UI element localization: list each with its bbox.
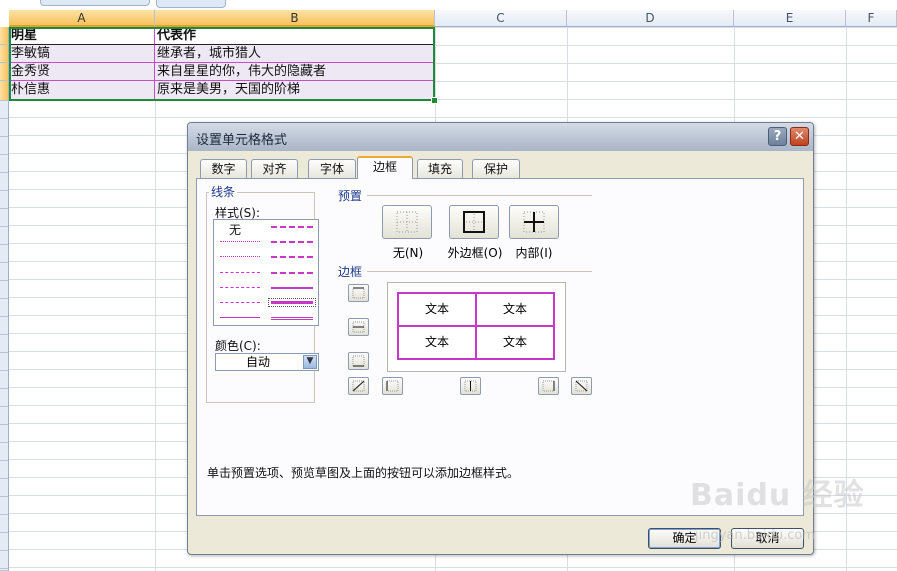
line-style-hair[interactable]	[220, 241, 260, 242]
cell-a1[interactable]: 明星	[9, 27, 155, 45]
preset-inside-label: 内部(I)	[515, 246, 553, 260]
border-preview[interactable]: 文本 文本 文本 文本	[387, 282, 566, 372]
diagonal-up-icon	[352, 380, 365, 392]
line-style-dashed[interactable]	[220, 302, 260, 303]
ribbon-tab-font[interactable]	[156, 0, 226, 8]
line-style-double[interactable]	[271, 317, 313, 320]
border-top-button[interactable]	[348, 284, 369, 302]
row-headers-rest	[0, 101, 9, 571]
column-header-b[interactable]: B	[155, 10, 435, 27]
preset-outline-icon	[463, 211, 485, 233]
cell-a4[interactable]: 朴信惠	[9, 81, 155, 101]
border-right-button[interactable]	[538, 377, 559, 395]
tab-fill[interactable]: 填充	[417, 159, 463, 178]
border-center-icon	[464, 380, 477, 392]
cell-b2[interactable]: 继承者，城市猎人	[155, 45, 435, 63]
line-style-medium-dashed[interactable]	[271, 272, 313, 274]
line-style-medium-dashdotdot[interactable]	[271, 226, 313, 228]
color-value: 自动	[245, 355, 270, 369]
line-style-list[interactable]: 无	[213, 219, 319, 326]
line-style-medium-dashdot[interactable]	[271, 256, 313, 258]
fill-handle[interactable]	[431, 97, 438, 104]
border-center-button[interactable]	[460, 377, 481, 395]
border-middle-button[interactable]	[348, 318, 369, 336]
line-style-none[interactable]: 无	[229, 221, 241, 238]
tab-number[interactable]: 数字	[200, 159, 247, 178]
tab-protection[interactable]: 保护	[472, 159, 520, 178]
ribbon-strip	[0, 0, 897, 10]
dialog-titlebar[interactable]: 设置单元格格式 ? ✕	[188, 123, 813, 151]
tab-font[interactable]: 字体	[308, 159, 356, 178]
preset-none-icon	[396, 211, 418, 233]
border-panel: 线条 样式(S): 无 颜色(C): 自动 ▼ 预置 无(N) 外边框(O) 内…	[196, 178, 804, 516]
preview-cell-4[interactable]: 文本	[475, 325, 555, 360]
diagonal-down-icon	[575, 380, 588, 392]
presets-label: 预置	[338, 189, 363, 203]
preset-none-button[interactable]	[382, 205, 432, 239]
column-header-d[interactable]: D	[567, 10, 734, 27]
border-top-icon	[352, 287, 365, 299]
cell-b4[interactable]: 原来是美男，天国的阶梯	[155, 81, 435, 101]
row-header-3[interactable]	[0, 63, 9, 81]
preview-cell-1[interactable]: 文本	[397, 292, 477, 327]
column-header-a[interactable]: A	[9, 10, 155, 27]
border-diagonal-up-button[interactable]	[348, 377, 369, 395]
border-bottom-icon	[352, 355, 365, 367]
line-style-dotted[interactable]	[220, 256, 260, 257]
cell-a2[interactable]: 李敏镐	[9, 45, 155, 63]
border-middle-icon	[352, 321, 365, 333]
row-header-2[interactable]	[0, 45, 9, 63]
column-header-f[interactable]: F	[846, 10, 897, 27]
preview-cell-2[interactable]: 文本	[475, 292, 555, 327]
row-header-1[interactable]	[0, 27, 9, 45]
tab-alignment[interactable]: 对齐	[251, 159, 298, 178]
border-left-button[interactable]	[382, 377, 403, 395]
color-select[interactable]: 自动 ▼	[215, 353, 319, 371]
preset-outline-button[interactable]	[449, 205, 499, 239]
border-left-icon	[386, 380, 399, 392]
line-group-label: 线条	[209, 183, 238, 200]
chevron-down-icon[interactable]: ▼	[303, 355, 317, 369]
preset-inside-icon	[523, 211, 545, 233]
row-header-4[interactable]	[0, 81, 9, 101]
cell-b3[interactable]: 来自星星的你，伟大的隐藏者	[155, 63, 435, 81]
line-style-slanted[interactable]	[271, 241, 313, 243]
line-style-thick[interactable]	[268, 298, 316, 307]
help-button[interactable]: ?	[768, 127, 787, 146]
ribbon-tab[interactable]	[40, 0, 150, 6]
cell-a3[interactable]: 金秀贤	[9, 63, 155, 81]
cell-b1[interactable]: 代表作	[155, 27, 435, 45]
line-style-thin[interactable]	[220, 317, 260, 318]
column-header-e[interactable]: E	[734, 10, 846, 27]
border-label: 边框	[338, 265, 363, 279]
baidu-watermark: Baidu 经验	[690, 478, 865, 513]
line-style-medium[interactable]	[271, 287, 313, 289]
preset-outline-label: 外边框(O)	[447, 246, 503, 260]
color-label: 颜色(C):	[215, 339, 261, 353]
column-header-c[interactable]: C	[435, 10, 567, 27]
dialog-title: 设置单元格格式	[196, 133, 288, 148]
preset-none-label: 无(N)	[392, 246, 424, 260]
hint-text: 单击预置选项、预览草图及上面的按钮可以添加边框样式。	[207, 466, 520, 480]
line-style-dashdotdot[interactable]	[220, 272, 260, 273]
border-diagonal-down-button[interactable]	[571, 377, 592, 395]
border-bottom-button[interactable]	[348, 352, 369, 370]
preset-inside-button[interactable]	[509, 205, 559, 239]
close-button[interactable]: ✕	[790, 127, 809, 146]
preview-cell-3[interactable]: 文本	[397, 325, 477, 360]
line-style-dashdot[interactable]	[220, 287, 260, 288]
tab-border[interactable]: 边框	[357, 156, 413, 179]
border-right-icon	[542, 380, 555, 392]
watermark-url: jingyan.baidu.com	[695, 528, 815, 543]
